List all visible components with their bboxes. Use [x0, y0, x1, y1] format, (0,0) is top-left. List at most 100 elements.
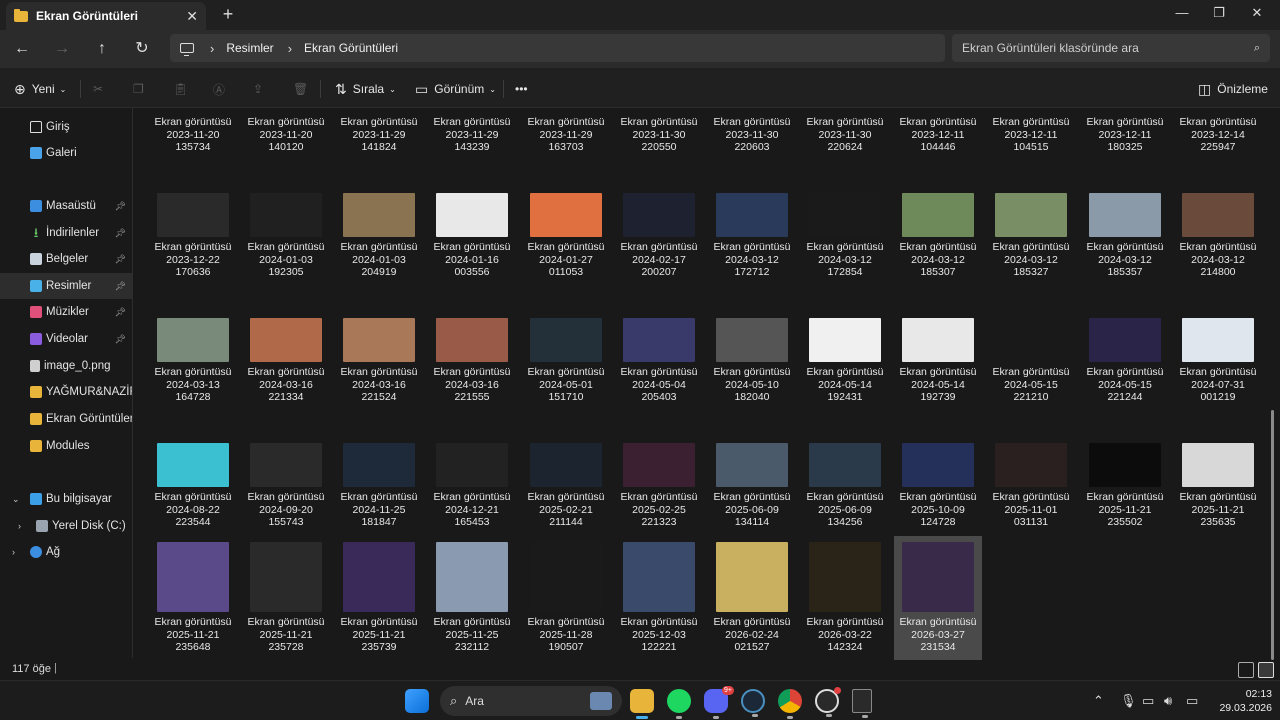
up-arrow-icon[interactable]: ↑: [90, 38, 114, 60]
view-button[interactable]: ▭ Görünüm ⌄: [415, 78, 496, 100]
file-item[interactable]: Ekran görüntüsü 2024-07-31 001219: [1174, 301, 1262, 421]
pin-icon[interactable]: 📌︎: [115, 307, 126, 318]
sidebar-item-gallery[interactable]: Galeri: [0, 140, 132, 166]
file-item[interactable]: Ekran görüntüsü 2024-01-16 003556: [428, 176, 516, 296]
more-options-icon[interactable]: •••: [515, 78, 528, 100]
rename-icon[interactable]: Ⓐ: [213, 78, 225, 100]
file-item[interactable]: Ekran görüntüsü 2024-05-15 221244: [1081, 301, 1169, 421]
game-launcher-icon[interactable]: [815, 687, 841, 717]
minimize-button[interactable]: —: [1163, 0, 1201, 30]
sidebar-item-home[interactable]: Giriş: [0, 114, 132, 140]
file-item[interactable]: Ekran görüntüsü 2024-02-17 200207: [615, 176, 703, 296]
discord-icon[interactable]: 9+: [704, 686, 734, 719]
microphone-icon[interactable]: 🎙︎: [1120, 693, 1137, 709]
breadcrumb-screenshots[interactable]: Ekran Görüntüleri: [304, 41, 398, 55]
sidebar-item-desktop[interactable]: Masaüstü 📌︎: [0, 193, 132, 219]
file-item[interactable]: Ekran görüntüsü 2026-03-22 142324: [801, 536, 889, 660]
file-item[interactable]: Ekran görüntüsü 2024-03-12 185307: [894, 176, 982, 296]
sidebar-item-folder-yagmur[interactable]: YAĞMUR&NAZİF 15: [0, 379, 132, 405]
file-item[interactable]: Ekran görüntüsü 2025-02-21 211144: [522, 426, 610, 546]
file-item[interactable]: Ekran görüntüsü 2025-11-28 190507: [522, 536, 610, 660]
sidebar-item-videos[interactable]: Videolar 📌︎: [0, 326, 132, 352]
file-item[interactable]: Ekran görüntüsü 2024-01-03 204919: [335, 176, 423, 296]
forward-arrow-icon[interactable]: →: [50, 38, 74, 60]
pin-icon[interactable]: 📌︎: [115, 334, 126, 345]
file-item[interactable]: Ekran görüntüsü 2024-03-13 164728: [149, 301, 237, 421]
file-item[interactable]: Ekran görüntüsü 2025-06-09 134114: [708, 426, 796, 546]
file-item[interactable]: Ekran görüntüsü 2024-08-22 223544: [149, 426, 237, 546]
file-item[interactable]: Ekran görüntüsü 2024-03-16 221555: [428, 301, 516, 421]
copy-icon[interactable]: ❐: [133, 78, 144, 100]
refresh-icon[interactable]: ↻: [130, 38, 154, 60]
explorer-tab[interactable]: Ekran Görüntüleri ✕: [6, 2, 206, 30]
file-item[interactable]: Ekran görüntüsü 2025-11-21 235739: [335, 536, 423, 660]
chevron-right-icon[interactable]: ›: [12, 547, 15, 557]
network-status-icon[interactable]: ▭: [1142, 693, 1154, 709]
details-view-button[interactable]: [1238, 662, 1254, 678]
preview-button[interactable]: ◫ Önizleme: [1198, 78, 1268, 100]
breadcrumb-pictures[interactable]: Resimler: [226, 41, 273, 55]
close-window-button[interactable]: ✕: [1238, 0, 1276, 30]
file-item[interactable]: Ekran görüntüsü 2026-03-27 231534: [894, 536, 982, 660]
cut-icon[interactable]: ✂: [93, 78, 103, 100]
search-input[interactable]: [962, 41, 1254, 55]
sidebar-item-documents[interactable]: Belgeler 📌︎: [0, 246, 132, 272]
sidebar-item-image-file[interactable]: image_0.png: [0, 353, 132, 379]
file-item[interactable]: Ekran görüntüsü 2025-11-21 235502: [1081, 426, 1169, 546]
file-item[interactable]: Ekran görüntüsü 2024-11-25 181847: [335, 426, 423, 546]
file-item[interactable]: Ekran görüntüsü 2024-03-12 172854: [801, 176, 889, 296]
file-item[interactable]: Ekran görüntüsü 2024-05-04 205403: [615, 301, 703, 421]
epic-games-icon[interactable]: [852, 689, 872, 718]
file-item[interactable]: Ekran görüntüsü 2024-03-12 214800: [1174, 176, 1262, 296]
pin-icon[interactable]: 📌︎: [115, 201, 126, 212]
file-item[interactable]: Ekran görüntüsü 2024-05-15 221210: [987, 301, 1075, 421]
file-item[interactable]: Ekran görüntüsü 2024-09-20 155743: [242, 426, 330, 546]
chevron-right-icon[interactable]: ›: [210, 41, 214, 56]
pin-icon[interactable]: 📌︎: [115, 254, 126, 265]
chevron-up-icon[interactable]: ⌃: [1093, 693, 1104, 709]
clock[interactable]: 02:13 29.03.2026: [1212, 687, 1272, 715]
sidebar-item-pictures[interactable]: Resimler 📌︎: [0, 273, 132, 299]
file-item[interactable]: Ekran görüntüsü 2024-01-27 011053: [522, 176, 610, 296]
sidebar-item-music[interactable]: Müzikler 📌︎: [0, 299, 132, 325]
file-item[interactable]: Ekran görüntüsü 2025-11-21 235648: [149, 536, 237, 660]
file-item[interactable]: Ekran görüntüsü 2025-11-21 235728: [242, 536, 330, 660]
maximize-button[interactable]: ❐: [1200, 0, 1238, 30]
sort-button[interactable]: ⇅ Sırala ⌄: [335, 78, 396, 100]
file-item[interactable]: Ekran görüntüsü 2024-03-16 221334: [242, 301, 330, 421]
file-item[interactable]: Ekran görüntüsü 2024-05-14 192431: [801, 301, 889, 421]
start-icon[interactable]: [405, 689, 429, 713]
file-item[interactable]: Ekran görüntüsü 2024-03-12 172712: [708, 176, 796, 296]
file-item[interactable]: Ekran görüntüsü 2025-11-21 235635: [1174, 426, 1262, 546]
sidebar-item-local-disk[interactable]: › Yerel Disk (C:): [0, 513, 132, 539]
back-arrow-icon[interactable]: ←: [10, 38, 34, 60]
sidebar-item-folder-modules[interactable]: Modules: [0, 433, 132, 459]
large-icons-view-button[interactable]: [1258, 662, 1274, 678]
file-item[interactable]: Ekran görüntüsü 2026-02-24 021527: [708, 536, 796, 660]
file-item[interactable]: Ekran görüntüsü 2025-06-09 134256: [801, 426, 889, 546]
file-item[interactable]: Ekran görüntüsü 2024-05-10 182040: [708, 301, 796, 421]
file-item[interactable]: Ekran görüntüsü 2025-12-03 122221: [615, 536, 703, 660]
file-item[interactable]: Ekran görüntüsü 2024-05-14 192739: [894, 301, 982, 421]
paste-icon[interactable]: 📋︎: [173, 78, 188, 100]
file-item[interactable]: Ekran görüntüsü 2024-05-01 151710: [522, 301, 610, 421]
chevron-right-icon[interactable]: ›: [18, 521, 21, 531]
pin-icon[interactable]: 📌︎: [115, 281, 126, 292]
sidebar-item-this-pc[interactable]: ⌄ Bu bilgisayar: [0, 486, 132, 512]
file-item[interactable]: Ekran görüntüsü 2025-11-25 232112: [428, 536, 516, 660]
file-explorer-icon[interactable]: [630, 689, 654, 719]
search-box[interactable]: ⌕: [952, 34, 1270, 62]
file-item[interactable]: Ekran görüntüsü 2024-03-16 221524: [335, 301, 423, 421]
spotify-icon[interactable]: [667, 689, 691, 719]
file-item[interactable]: Ekran görüntüsü 2024-03-12 185357: [1081, 176, 1169, 296]
sidebar-item-downloads[interactable]: ⭳ İndirilenler 📌︎: [0, 220, 132, 246]
share-icon[interactable]: ⇪: [253, 78, 263, 100]
sidebar-item-folder-screenshots[interactable]: Ekran Görüntüleri: [0, 406, 132, 432]
address-bar[interactable]: › Resimler › Ekran Görüntüleri: [170, 34, 945, 62]
file-item[interactable]: Ekran görüntüsü 2025-02-25 221323: [615, 426, 703, 546]
file-item[interactable]: Ekran görüntüsü 2024-03-12 185327: [987, 176, 1075, 296]
delete-icon[interactable]: 🗑︎: [293, 78, 308, 100]
battery-icon[interactable]: ▭: [1186, 693, 1198, 709]
close-tab-icon[interactable]: ✕: [186, 8, 198, 25]
file-item[interactable]: Ekran görüntüsü 2025-11-01 031131: [987, 426, 1075, 546]
